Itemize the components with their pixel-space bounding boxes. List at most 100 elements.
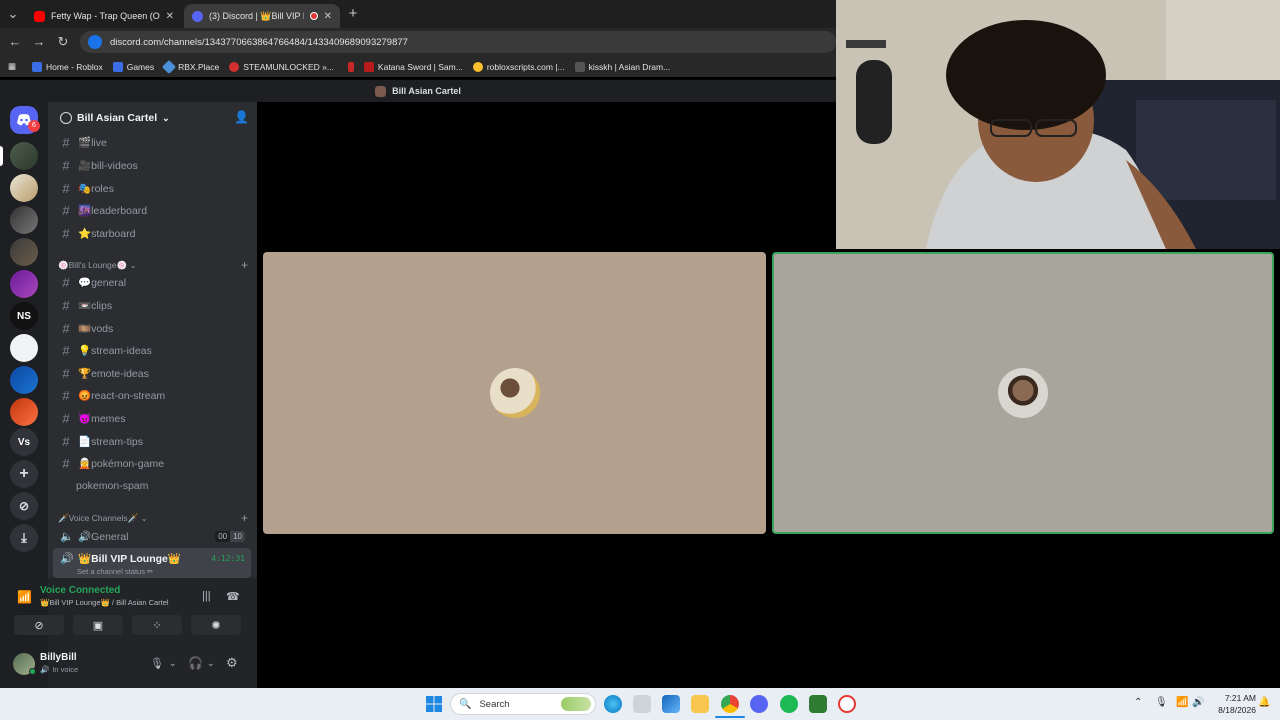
channel-vods[interactable]: # 🎞️vods: [56, 318, 249, 338]
chevron-down-icon[interactable]: ⌄: [207, 658, 215, 669]
microphone-icon[interactable]: 🎙: [1155, 697, 1168, 708]
channel-stream-tips[interactable]: # 📄stream-tips: [56, 431, 249, 451]
wifi-icon[interactable]: 📶: [1176, 697, 1188, 708]
forward-icon[interactable]: →: [30, 33, 48, 51]
headphones-icon[interactable]: 🎧: [188, 656, 203, 670]
channel-clips[interactable]: # 📼clips: [56, 295, 249, 315]
discord-icon: [192, 10, 203, 22]
camera-button[interactable]: ⊘: [14, 615, 64, 635]
channel-memes[interactable]: # 😈memes: [56, 408, 249, 428]
server-icon-8[interactable]: [10, 366, 38, 394]
start-button[interactable]: [425, 695, 443, 713]
participant-avatar: [489, 368, 540, 418]
channel-leaderboard[interactable]: # 🌆leaderboard: [56, 200, 249, 220]
gear-icon[interactable]: ⚙: [226, 655, 238, 671]
webcam-overlay: [836, 0, 1280, 249]
opera-icon[interactable]: [838, 695, 856, 713]
server-icon-9[interactable]: [10, 398, 38, 426]
video-tile-participant-1[interactable]: [263, 252, 766, 534]
volume-icon[interactable]: 🔊: [1192, 697, 1204, 708]
channel-react-on-stream[interactable]: # 😡react-on-stream: [56, 385, 249, 405]
clock-date: 8/18/2026: [1218, 705, 1256, 715]
edge-icon[interactable]: [604, 695, 622, 713]
close-tab-icon[interactable]: ✕: [324, 11, 332, 22]
photos-icon[interactable]: [662, 695, 680, 713]
spotify-icon[interactable]: [780, 695, 798, 713]
channel-live[interactable]: # 🎬live: [56, 132, 249, 152]
bookmark-roblox[interactable]: Home - Roblox: [32, 61, 103, 72]
hash-icon: #: [62, 202, 70, 218]
bookmark-kisskh[interactable]: kisskh | Asian Dram...: [574, 61, 670, 72]
channel-roles[interactable]: # 🎭roles: [56, 178, 249, 198]
site-info-icon[interactable]: [88, 35, 102, 49]
file-explorer-icon[interactable]: [691, 695, 709, 713]
category-voice-channels[interactable]: 🗡️Voice Channels🗡️ ⌄ +: [58, 511, 248, 525]
address-bar[interactable]: discord.com/channels/1343770663864766484…: [80, 31, 836, 53]
user-status: 🔊 In voice: [40, 665, 79, 674]
taskbar-clock[interactable]: 7:21 AM 8/18/2026: [1208, 692, 1256, 716]
server-ns[interactable]: NS: [10, 302, 38, 330]
bookmark-games[interactable]: Games: [112, 61, 154, 72]
tab-discord[interactable]: (3) Discord | 👑Bill VIP Loun ✕: [184, 4, 340, 28]
new-tab-button[interactable]: +: [344, 5, 362, 23]
signal-icon[interactable]: 📶: [17, 590, 32, 604]
bookmark-ad[interactable]: [347, 61, 354, 72]
reload-icon[interactable]: ↻: [54, 33, 72, 51]
channel-general[interactable]: # 💬general: [56, 272, 249, 292]
server-icon-3[interactable]: [10, 206, 38, 234]
app-icon[interactable]: [809, 695, 827, 713]
voice-channel-general[interactable]: 🔈 🔊General 00 10: [56, 526, 249, 546]
channel-status[interactable]: Set a channel status ✏: [77, 567, 153, 576]
bookmark-katana[interactable]: Katana Sword | Sam...: [363, 61, 463, 72]
invite-people-icon[interactable]: 👤: [234, 110, 249, 124]
disconnect-icon[interactable]: ☎: [226, 590, 240, 603]
tab-search-icon[interactable]: ⌄: [4, 5, 22, 23]
server-icon-5[interactable]: [10, 270, 38, 298]
apps-icon[interactable]: ▦: [8, 61, 16, 72]
chevron-down-icon[interactable]: ⌄: [169, 658, 177, 669]
notifications-icon[interactable]: 🔔: [1258, 697, 1270, 708]
bookmark-robloxscripts[interactable]: robloxscripts.com |...: [472, 61, 565, 72]
chevron-up-icon[interactable]: ⌃: [1134, 697, 1142, 708]
bookmark-rbxplace[interactable]: RBX.Place: [162, 59, 219, 74]
channel-stream-ideas[interactable]: # 💡stream-ideas: [56, 340, 249, 360]
chrome-icon[interactable]: [721, 695, 739, 713]
taskbar-search[interactable]: 🔍 Search: [450, 693, 596, 715]
server-icon-2[interactable]: [10, 174, 38, 202]
noise-suppression-icon[interactable]: |||: [202, 590, 211, 602]
back-icon[interactable]: ←: [6, 33, 24, 51]
voice-channel-vip[interactable]: 🔊 👑Bill VIP Lounge👑 4:12:31: [56, 548, 249, 568]
channel-emote-ideas[interactable]: # 🏆emote-ideas: [56, 363, 249, 383]
close-tab-icon[interactable]: ✕: [166, 11, 174, 22]
kisskh-icon: [574, 61, 585, 72]
add-channel-icon[interactable]: +: [241, 511, 248, 525]
soundboard-button[interactable]: ✺: [191, 615, 241, 635]
server-bill-asian-cartel[interactable]: [10, 142, 38, 170]
screen-share-button[interactable]: ▣: [73, 615, 123, 635]
hash-icon: #: [62, 157, 70, 173]
mouse-app-icon[interactable]: [633, 695, 651, 713]
add-server-icon[interactable]: +: [10, 460, 38, 488]
chevron-down-icon: ⌄: [129, 259, 137, 270]
download-icon[interactable]: ⤓: [10, 524, 38, 552]
discover-icon[interactable]: ⊘: [10, 492, 38, 520]
discord-taskbar-icon[interactable]: [750, 695, 768, 713]
channel-pokemon-spam[interactable]: pokemon-spam: [72, 476, 265, 496]
microphone-icon[interactable]: 🎙: [150, 657, 164, 670]
server-icon-7[interactable]: [10, 334, 38, 362]
channel-starboard[interactable]: # ⭐starboard: [56, 223, 249, 243]
activities-button[interactable]: ⁘: [132, 615, 182, 635]
channel-pokemon-game[interactable]: # 🧝pokémon-game: [56, 453, 249, 473]
server-icon-4[interactable]: [10, 238, 38, 266]
bookmark-steamunlocked[interactable]: STEAMUNLOCKED »...: [229, 61, 334, 72]
voice-connected-location[interactable]: 👑Bill VIP Lounge👑 / Bill Asian Cartel: [40, 598, 169, 607]
tab-fetty-wap[interactable]: Fetty Wap - Trap Queen (Officia ✕: [26, 4, 182, 28]
add-channel-icon[interactable]: +: [241, 258, 248, 272]
server-header[interactable]: Bill Asian Cartel ⌄: [48, 106, 257, 130]
voice-connected-label[interactable]: Voice Connected: [40, 585, 120, 596]
username[interactable]: BillyBill: [40, 652, 77, 663]
server-vs[interactable]: Vs: [10, 428, 38, 456]
channel-bill-videos[interactable]: # 🎥bill-videos: [56, 155, 249, 175]
video-tile-participant-2-speaking[interactable]: [772, 252, 1274, 534]
category-bills-lounge[interactable]: 🍥Bill's Lounge🍥 ⌄ +: [58, 258, 248, 272]
